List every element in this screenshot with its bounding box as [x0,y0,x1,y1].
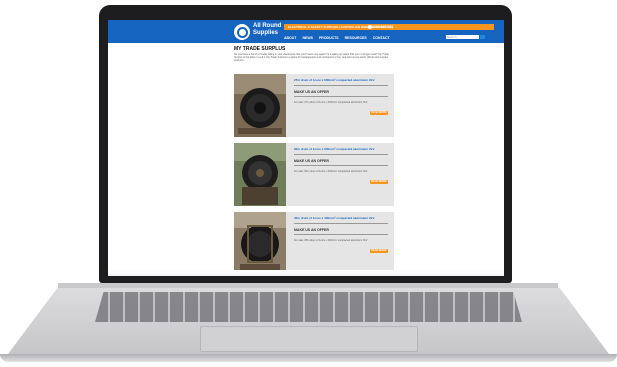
divider [294,85,388,86]
offer-label: MAKE US AN OFFER [294,90,329,94]
brand-line-2: Supplies [253,30,279,36]
divider [294,96,388,97]
laptop-trackpad [200,326,418,352]
read-more-button[interactable]: READ MORE [370,111,388,115]
divider [294,234,388,235]
nav-item-news[interactable]: NEWS [302,36,313,40]
search-input[interactable]: Search... [446,35,479,39]
nav-item-resources[interactable]: RESOURCES [345,36,367,40]
divider [294,223,388,224]
divider [294,154,388,155]
brand-line-1: All Round [253,23,282,29]
offer-label: MAKE US AN OFFER [294,159,329,163]
listing-card: 90m drum of 1core x 630mm² compacted alu… [234,143,394,206]
laptop-front-lip [0,354,617,362]
divider [294,165,388,166]
listing-title[interactable]: 90m drum of 1core x 630mm² compacted alu… [294,147,374,151]
nav-item-products[interactable]: PRODUCTS [319,36,339,40]
cable-drum-photo[interactable] [234,212,286,275]
listing-description: For sale: 45m drum of 1core x 400mm² com… [294,239,368,242]
brand-logo-icon[interactable] [234,24,250,40]
listing-card: 45m drum of 1core x 400mm² compacted alu… [234,212,394,275]
read-more-button[interactable]: READ MORE [370,180,388,184]
listing-description: For sale: 27m drum of 1core x 630mm² com… [294,101,368,104]
read-more-button[interactable]: READ MORE [370,249,388,253]
phone-number[interactable]: 1300 307 171 [372,24,393,30]
offer-label: MAKE US AN OFFER [294,228,329,232]
cable-drum-photo[interactable] [234,143,286,206]
nav-item-contact[interactable]: CONTACT [373,36,390,40]
listing-description: For sale: 90m drum of 1core x 630mm² com… [294,170,368,173]
search-button[interactable] [480,35,485,39]
page-title: MY TRADE SURPLUS [234,46,286,52]
laptop-keyboard [95,292,522,322]
listing-title[interactable]: 45m drum of 1core x 400mm² compacted alu… [294,216,374,220]
page-intro: Do you have a bunch of cable sitting in … [234,53,389,62]
listing-title[interactable]: 27m drum of 1core x 630mm² compacted alu… [294,78,374,82]
cable-drum-photo[interactable] [234,74,286,137]
laptop-screen: All Round Supplies ELECTRICAL & SAFETY S… [108,20,504,276]
page-footer-fade [108,270,504,276]
nav-item-about[interactable]: ABOUT [284,36,296,40]
listing-card: 27m drum of 1core x 630mm² compacted alu… [234,74,394,137]
main-nav: ABOUT NEWS PRODUCTS RESOURCES CONTACT [284,36,390,40]
